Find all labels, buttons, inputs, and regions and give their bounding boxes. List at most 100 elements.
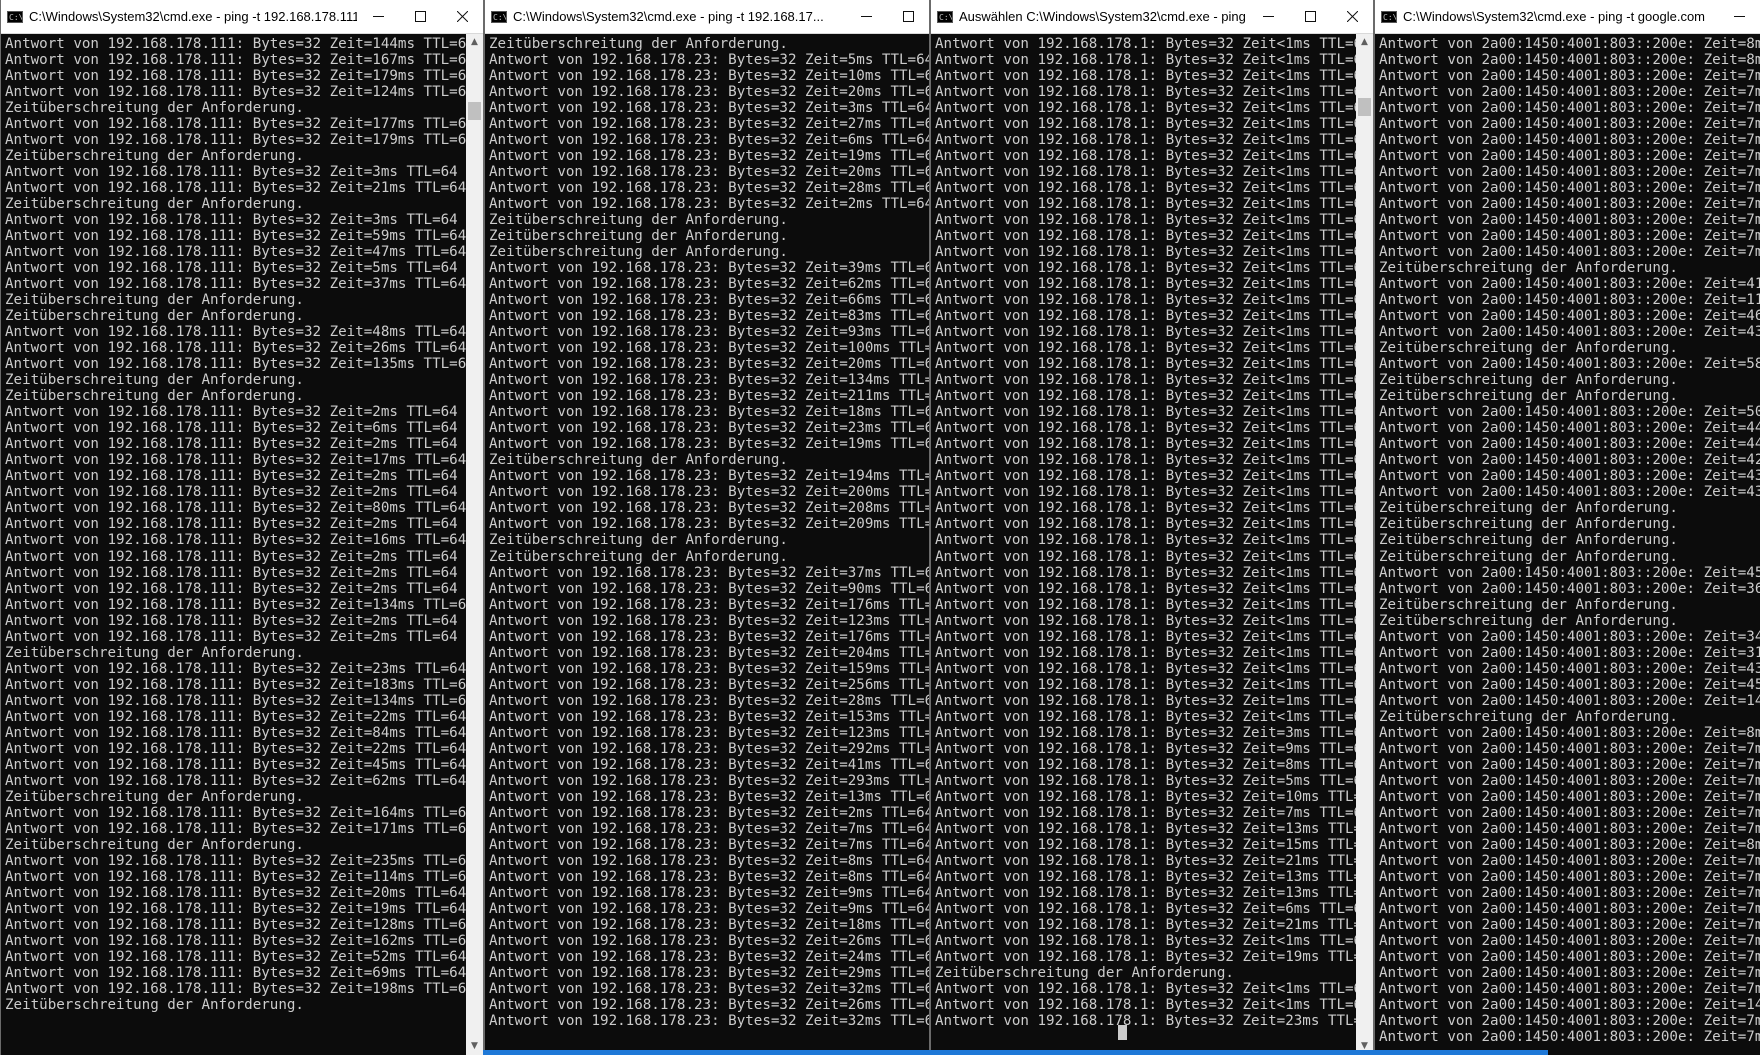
console-line: Zeitüberschreitung der Anforderung. <box>5 644 304 661</box>
console-line: Zeitüberschreitung der Anforderung. <box>5 996 304 1013</box>
minimize-button[interactable] <box>845 0 887 34</box>
vertical-scrollbar[interactable]: ▲ ▼ <box>1356 34 1373 1055</box>
console-line: Antwort von 2a00:1450:4001:803::200e: Ze… <box>1379 900 1760 917</box>
console-line: Antwort von 2a00:1450:4001:803::200e: Ze… <box>1379 756 1760 773</box>
window-title: C:\Windows\System32\cmd.exe - ping -t 19… <box>513 9 824 24</box>
console-output[interactable]: Zeitüberschreitung der Anforderung. Antwo… <box>485 34 929 1055</box>
console-line: Antwort von 2a00:1450:4001:803::200e: Ze… <box>1379 436 1760 453</box>
console-line: Antwort von 192.168.178.111: Bytes=32 Ze… <box>5 820 466 837</box>
console-line: Antwort von 192.168.178.111: Bytes=32 Ze… <box>5 324 466 341</box>
console-line: Antwort von 192.168.178.111: Bytes=32 Ze… <box>5 36 466 52</box>
title-bar[interactable]: C:\ C:\Windows\System32\cmd.exe - ping -… <box>1375 0 1760 34</box>
console-line: Antwort von 192.168.178.23: Bytes=32 Zei… <box>489 804 929 821</box>
console-line: Antwort von 192.168.178.23: Bytes=32 Zei… <box>489 868 929 885</box>
console-line: Antwort von 2a00:1450:4001:803::200e: Ze… <box>1379 116 1760 133</box>
console-line: Antwort von 192.168.178.23: Bytes=32 Zei… <box>489 276 929 293</box>
console-line: Antwort von 192.168.178.1: Bytes=32 Zeit… <box>935 404 1356 421</box>
title-bar[interactable]: C:\ C:\Windows\System32\cmd.exe - ping -… <box>1 0 483 34</box>
console-line: Antwort von 192.168.178.23: Bytes=32 Zei… <box>489 932 929 949</box>
console-line: Antwort von 192.168.178.111: Bytes=32 Ze… <box>5 404 458 421</box>
console-line: Zeitüberschreitung der Anforderung. <box>1379 548 1678 565</box>
console-line: Antwort von 192.168.178.1: Bytes=32 Zeit… <box>935 324 1356 341</box>
console-line: Antwort von 192.168.178.1: Bytes=32 Zeit… <box>935 132 1356 149</box>
console-line: Antwort von 2a00:1450:4001:803::200e: Ze… <box>1379 724 1760 741</box>
console-output[interactable]: Antwort von 192.168.178.111: Bytes=32 Ze… <box>1 34 466 1055</box>
console-line: Antwort von 192.168.178.1: Bytes=32 Zeit… <box>935 276 1356 293</box>
console-line: Antwort von 192.168.178.1: Bytes=32 Zeit… <box>935 932 1356 949</box>
console-line: Antwort von 192.168.178.1: Bytes=32 Zeit… <box>935 772 1356 789</box>
console-line: Antwort von 2a00:1450:4001:803::200e: Ze… <box>1379 164 1760 181</box>
console-line: Antwort von 192.168.178.111: Bytes=32 Ze… <box>5 212 458 229</box>
console-line: Zeitüberschreitung der Anforderung. <box>5 788 304 805</box>
console-line: Antwort von 192.168.178.23: Bytes=32 Zei… <box>489 996 929 1013</box>
title-bar[interactable]: C:\ Auswählen C:\Windows\System32\cmd.ex… <box>931 0 1373 34</box>
console-line: Antwort von 192.168.178.23: Bytes=32 Zei… <box>489 68 929 85</box>
console-line: Antwort von 2a00:1450:4001:803::200e: Ze… <box>1379 980 1760 997</box>
close-button[interactable] <box>1331 0 1373 34</box>
console-line: Antwort von 192.168.178.1: Bytes=32 Zeit… <box>935 644 1356 661</box>
cmd-window-4[interactable]: C:\ C:\Windows\System32\cmd.exe - ping -… <box>1374 0 1760 1055</box>
console-line: Antwort von 192.168.178.23: Bytes=32 Zei… <box>489 420 929 437</box>
console-line: Antwort von 192.168.178.1: Bytes=32 Zeit… <box>935 596 1356 613</box>
console-line: Antwort von 192.168.178.1: Bytes=32 Zeit… <box>935 84 1356 101</box>
console-line: Antwort von 2a00:1450:4001:803::200e: Ze… <box>1379 452 1760 469</box>
scroll-up-icon[interactable]: ▲ <box>466 34 483 51</box>
vertical-scrollbar[interactable]: ▲ ▼ <box>466 34 483 1055</box>
cmd-window-2[interactable]: C:\ C:\Windows\System32\cmd.exe - ping -… <box>484 0 930 1055</box>
cmd-icon: C:\ <box>1381 10 1397 23</box>
cmd-window-1[interactable]: C:\ C:\Windows\System32\cmd.exe - ping -… <box>0 0 484 1055</box>
console-line: Antwort von 2a00:1450:4001:803::200e: Ze… <box>1379 852 1760 869</box>
maximize-button[interactable] <box>1289 0 1331 34</box>
console-line: Antwort von 192.168.178.111: Bytes=32 Ze… <box>5 340 466 357</box>
console-line: Antwort von 192.168.178.23: Bytes=32 Zei… <box>489 500 929 517</box>
console-line: Zeitüberschreitung der Anforderung. <box>5 836 304 853</box>
minimize-button[interactable] <box>1247 0 1289 34</box>
console-line: Antwort von 192.168.178.111: Bytes=32 Ze… <box>5 868 466 885</box>
scroll-thumb[interactable] <box>1358 98 1371 116</box>
close-button[interactable] <box>441 0 483 34</box>
console-line: Antwort von 192.168.178.111: Bytes=32 Ze… <box>5 900 466 917</box>
console-line: Antwort von 192.168.178.111: Bytes=32 Ze… <box>5 436 458 453</box>
console-line: Antwort von 2a00:1450:4001:803::200e: Ze… <box>1379 228 1760 245</box>
console-line: Antwort von 192.168.178.23: Bytes=32 Zei… <box>489 308 929 325</box>
console-line: Antwort von 192.168.178.1: Bytes=32 Zeit… <box>935 100 1356 117</box>
console-line: Antwort von 192.168.178.23: Bytes=32 Zei… <box>489 260 929 277</box>
scroll-up-icon[interactable]: ▲ <box>1356 34 1373 51</box>
console-line: Antwort von 192.168.178.111: Bytes=32 Ze… <box>5 676 466 693</box>
console-line: Antwort von 192.168.178.111: Bytes=32 Ze… <box>5 228 466 245</box>
window-title: C:\Windows\System32\cmd.exe - ping -t go… <box>1403 9 1706 24</box>
scroll-down-icon[interactable]: ▼ <box>466 1038 483 1055</box>
console-line: Antwort von 192.168.178.23: Bytes=32 Zei… <box>489 180 929 197</box>
title-bar[interactable]: C:\ C:\Windows\System32\cmd.exe - ping -… <box>485 0 929 34</box>
console-line: Antwort von 192.168.178.23: Bytes=32 Zei… <box>489 772 929 789</box>
maximize-button[interactable] <box>399 0 441 34</box>
console-line: Zeitüberschreitung der Anforderung. <box>489 532 788 549</box>
scroll-thumb[interactable] <box>468 102 481 120</box>
console-output[interactable]: Antwort von 2a00:1450:4001:803::200e: Ze… <box>1375 34 1760 1055</box>
console-output[interactable]: Antwort von 192.168.178.1: Bytes=32 Zeit… <box>931 34 1356 1055</box>
console-line: Antwort von 192.168.178.1: Bytes=32 Zeit… <box>935 708 1356 725</box>
console-line: Zeitüberschreitung der Anforderung. <box>1379 516 1678 533</box>
maximize-button[interactable] <box>887 0 929 34</box>
console-line: Antwort von 192.168.178.1: Bytes=32 Zeit… <box>935 452 1356 469</box>
console-line: Antwort von 192.168.178.111: Bytes=32 Ze… <box>5 244 466 261</box>
console-line: Antwort von 192.168.178.23: Bytes=32 Zei… <box>489 100 929 117</box>
console-line: Antwort von 2a00:1450:4001:803::200e: Ze… <box>1379 52 1760 69</box>
cmd-window-3[interactable]: C:\ Auswählen C:\Windows\System32\cmd.ex… <box>930 0 1374 1055</box>
console-line: Antwort von 192.168.178.23: Bytes=32 Zei… <box>489 820 929 837</box>
console-line: Zeitüberschreitung der Anforderung. <box>489 452 788 469</box>
console-line: Antwort von 192.168.178.23: Bytes=32 Zei… <box>489 708 929 725</box>
minimize-button[interactable] <box>1718 0 1760 34</box>
console-line: Antwort von 192.168.178.1: Bytes=32 Zeit… <box>935 372 1356 389</box>
console-line: Antwort von 192.168.178.1: Bytes=32 Zeit… <box>935 244 1356 261</box>
minimize-button[interactable] <box>357 0 399 34</box>
console-line: Antwort von 2a00:1450:4001:803::200e: Ze… <box>1379 580 1760 597</box>
console-line: Antwort von 192.168.178.1: Bytes=32 Zeit… <box>935 228 1356 245</box>
console-line: Antwort von 192.168.178.23: Bytes=32 Zei… <box>489 1012 929 1029</box>
console-line: Antwort von 192.168.178.1: Bytes=32 Zeit… <box>935 484 1356 501</box>
console-line: Zeitüberschreitung der Anforderung. <box>1379 612 1678 629</box>
console-line: Antwort von 192.168.178.23: Bytes=32 Zei… <box>489 612 929 629</box>
console-line: Antwort von 192.168.178.23: Bytes=32 Zei… <box>489 116 929 133</box>
console-line: Zeitüberschreitung der Anforderung. <box>1379 260 1678 277</box>
console-line: Antwort von 192.168.178.111: Bytes=32 Ze… <box>5 772 466 789</box>
